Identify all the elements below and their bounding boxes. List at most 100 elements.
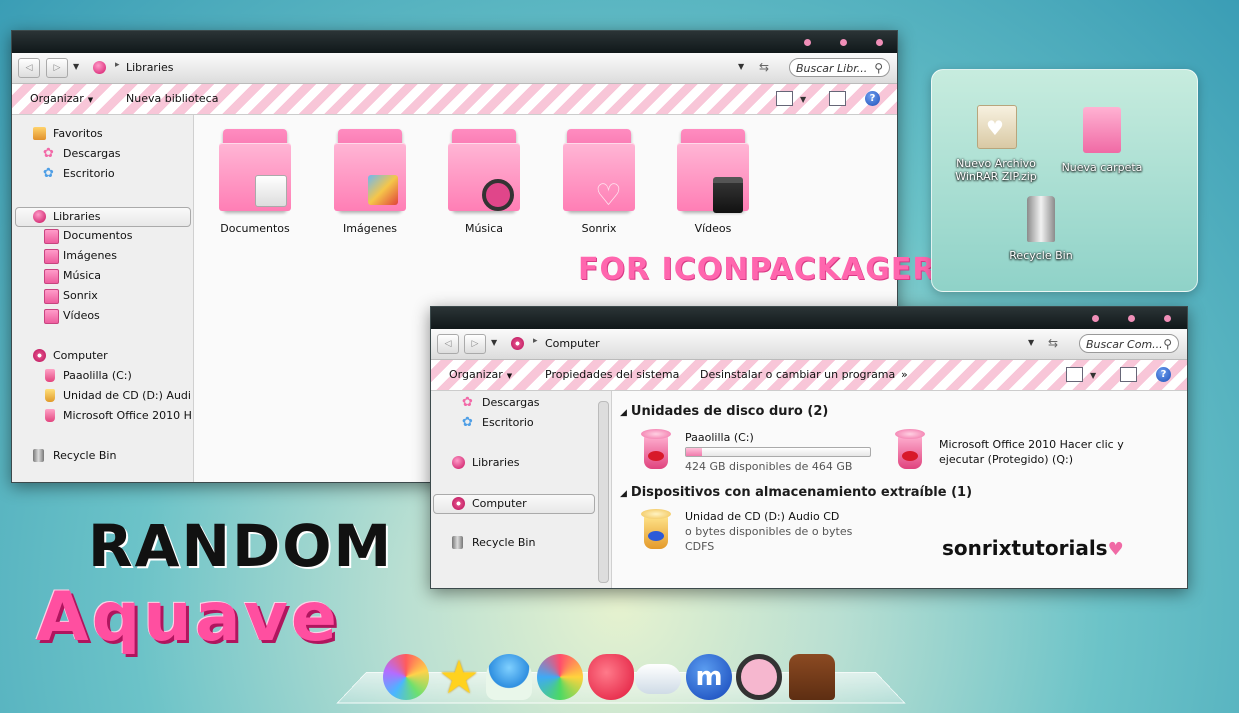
window-titlebar[interactable]	[12, 31, 897, 53]
nav-recycle-label: Recycle Bin	[53, 449, 117, 462]
nav-escritorio[interactable]: ✿ Escritorio	[431, 414, 611, 432]
search-icon[interactable]: ⚲	[1163, 335, 1172, 354]
nav-drive-d[interactable]: Unidad de CD (D:) Audio C	[12, 387, 193, 405]
libraries-mms-icon	[33, 210, 46, 223]
nav-sonrix[interactable]: Sonrix	[12, 287, 193, 305]
nav-computer[interactable]: Computer	[12, 347, 193, 365]
pink-folder-icon	[334, 129, 406, 211]
nav-computer[interactable]: Computer	[433, 494, 595, 514]
mushroom-icon[interactable]	[486, 654, 532, 700]
drive-c-free-space: 424 GB disponibles de 464 GB	[685, 460, 853, 473]
preview-pane-icon[interactable]	[1120, 367, 1137, 382]
search-input[interactable]: Buscar Libr... ⚲	[789, 58, 890, 77]
nav-documentos[interactable]: Documentos	[12, 227, 193, 245]
nav-imagenes[interactable]: Imágenes	[12, 247, 193, 265]
pink-folder-icon	[677, 129, 749, 213]
system-properties-button[interactable]: Propiedades del sistema	[545, 368, 679, 381]
back-button[interactable]: ◁	[437, 334, 459, 354]
refresh-icon[interactable]: ⇆	[759, 60, 769, 74]
view-options-icon[interactable]	[776, 91, 793, 106]
view-options-icon[interactable]	[1066, 367, 1083, 382]
search-icon[interactable]: ⚲	[874, 59, 883, 78]
heart-icon: ♥	[1107, 539, 1124, 560]
maximize-button[interactable]	[1128, 315, 1135, 322]
mms-candy-icon[interactable]: m	[686, 654, 732, 700]
nav-escritorio[interactable]: ✿ Escritorio	[12, 165, 193, 183]
close-button[interactable]	[876, 39, 883, 46]
domo-icon[interactable]	[789, 654, 835, 700]
hdd-group-header[interactable]: ◢ Unidades de disco duro (2)	[620, 404, 828, 419]
help-icon[interactable]: ?	[1156, 367, 1171, 382]
address-dropdown[interactable]: ▼	[738, 62, 744, 71]
nav-libraries[interactable]: Libraries	[431, 454, 611, 472]
nav-descargas[interactable]: ✿ Descargas	[12, 145, 193, 163]
nav-descargas-label: Descargas	[482, 396, 540, 409]
headphones-icon[interactable]	[736, 654, 782, 700]
breadcrumb-chevron-icon[interactable]: ▸	[115, 60, 120, 70]
nav-favorites-label: Favoritos	[53, 127, 103, 140]
help-icon[interactable]: ?	[865, 91, 880, 106]
nav-videos[interactable]: Vídeos	[12, 307, 193, 325]
recycle-bin-icon	[1027, 196, 1055, 242]
drink-cup-icon	[640, 509, 672, 553]
recent-pages-dropdown[interactable]: ▼	[491, 338, 497, 347]
navigation-pane: Favoritos ✿ Descargas ✿ Escritorio Libra…	[12, 115, 194, 482]
maximize-button[interactable]	[840, 39, 847, 46]
nav-drive-c[interactable]: Paaolilla (C:)	[12, 367, 193, 385]
organize-button[interactable]: Organizar ▼	[449, 368, 512, 381]
credit-label: sonrixtutorials	[942, 536, 1108, 560]
chevron-down-icon: ▼	[506, 372, 513, 380]
removable-group-header[interactable]: ◢ Dispositivos con almacenamiento extraíb…	[620, 485, 972, 500]
forward-button[interactable]: ▷	[46, 58, 68, 78]
star-icon[interactable]: ★	[436, 654, 482, 700]
more-commands-button[interactable]: »	[901, 368, 908, 381]
nav-recycle-bin[interactable]: Recycle Bin	[12, 447, 193, 465]
rainbow-ps-icon[interactable]	[383, 654, 429, 700]
nav-sonrix-label: Sonrix	[63, 289, 98, 302]
view-dropdown[interactable]: ▼	[800, 95, 806, 104]
drive-c-name: Paaolilla (C:)	[685, 431, 754, 444]
folder-label: Documentos	[220, 222, 290, 235]
clover-flower-icon[interactable]	[537, 654, 583, 700]
donut-icon	[33, 349, 46, 362]
nav-computer-label: Computer	[53, 349, 108, 362]
strawberry-icon[interactable]	[588, 654, 634, 700]
refresh-icon[interactable]: ⇆	[1048, 336, 1058, 350]
pink-flower-icon: ✿	[462, 395, 473, 410]
nav-favorites[interactable]: Favoritos	[12, 125, 193, 143]
nav-scrollbar[interactable]	[598, 401, 609, 583]
nav-musica[interactable]: Música	[12, 267, 193, 285]
view-dropdown[interactable]: ▼	[1090, 371, 1096, 380]
recent-pages-dropdown[interactable]: ▼	[73, 62, 79, 71]
zip-box-icon: ♥	[977, 105, 1017, 149]
libraries-mms-icon	[452, 456, 465, 469]
search-input[interactable]: Buscar Com... ⚲	[1079, 334, 1179, 353]
breadcrumb[interactable]: Libraries	[126, 61, 174, 74]
drink-cup-icon	[45, 389, 55, 402]
nav-libraries[interactable]: Libraries	[15, 207, 191, 227]
uninstall-program-button[interactable]: Desinstalar o cambiar un programa	[700, 368, 895, 381]
preview-pane-icon[interactable]	[829, 91, 846, 106]
nav-recycle-bin[interactable]: Recycle Bin	[431, 534, 611, 552]
heart-icon: ♡	[595, 178, 622, 213]
nav-drive-q[interactable]: Microsoft Office 2010 Hac	[12, 407, 193, 425]
chevron-down-icon: ▼	[87, 96, 94, 104]
breadcrumb-chevron-icon[interactable]: ▸	[533, 336, 538, 346]
close-button[interactable]	[1164, 315, 1171, 322]
back-button[interactable]: ◁	[18, 58, 40, 78]
nav-descargas[interactable]: ✿ Descargas	[431, 394, 611, 412]
forward-button[interactable]: ▷	[464, 334, 486, 354]
breadcrumb[interactable]: Computer	[545, 337, 600, 350]
blue-flower-icon: ✿	[43, 166, 54, 181]
new-library-button[interactable]: Nueva biblioteca	[126, 92, 218, 105]
cloud-icon[interactable]	[635, 664, 681, 694]
window-controls	[1092, 315, 1171, 322]
headphones-icon	[482, 179, 514, 211]
folder-label: Sonrix	[581, 222, 617, 235]
address-dropdown[interactable]: ▼	[1028, 338, 1034, 347]
folder-label: Vídeos	[694, 222, 732, 235]
minimize-button[interactable]	[804, 39, 811, 46]
minimize-button[interactable]	[1092, 315, 1099, 322]
organize-button[interactable]: Organizar ▼	[30, 92, 93, 105]
window-titlebar[interactable]	[431, 307, 1187, 329]
